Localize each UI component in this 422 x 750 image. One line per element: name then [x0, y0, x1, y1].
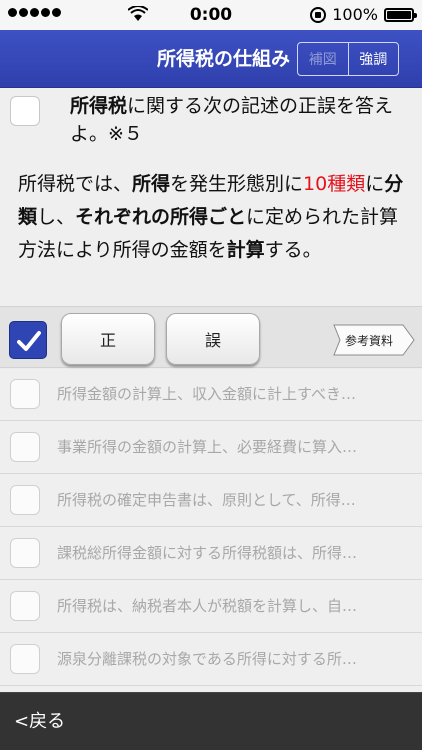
list-item-text: 所得税は、納税者本人が税額を計算し、自…: [57, 597, 358, 615]
answer-row: 正 誤 参考資料: [0, 306, 422, 368]
nav-bar: 所得税の仕組み 補図 強調: [0, 30, 422, 88]
list-item-text: 所得税の確定申告書は、原則として、所得…: [57, 491, 356, 509]
question-area: 所得税に関する次の記述の正誤を答えよ。※５ 所得税では、所得を発生形態別に10種…: [0, 88, 422, 306]
back-button[interactable]: <戻る: [14, 707, 65, 733]
page-title: 所得税の仕組み: [156, 48, 290, 70]
answered-checkbox[interactable]: [9, 321, 47, 359]
list-item-checkbox[interactable]: [10, 485, 40, 515]
rotation-lock-icon: [310, 6, 327, 23]
check-icon: [17, 331, 41, 351]
question-body: 所得税では、所得を発生形態別に10種類に分類し、それぞれの所得ごとに定められた計…: [18, 173, 404, 261]
reference-button[interactable]: 参考資料: [333, 324, 415, 356]
list-item-checkbox[interactable]: [10, 379, 40, 409]
list-item[interactable]: 事業所得の金額の計算上、必要経費に算入…: [0, 422, 422, 474]
emphasis-button[interactable]: 強調: [349, 43, 399, 75]
nav-segmented-control: 補図 強調: [297, 42, 399, 76]
list-item-text: 事業所得の金額の計算上、必要経費に算入…: [57, 438, 358, 456]
list-item-text: 課税総所得金額に対する所得税額は、所得…: [57, 544, 358, 562]
battery-icon: [384, 7, 417, 22]
list-item[interactable]: 源泉分離課税の対象である所得に対する所…: [0, 634, 422, 686]
list-item-checkbox[interactable]: [10, 644, 40, 674]
bottom-toolbar: <戻る: [0, 692, 422, 750]
list-item[interactable]: 課税総所得金額に対する所得税額は、所得…: [0, 528, 422, 580]
true-button[interactable]: 正: [61, 313, 155, 365]
list-item-checkbox[interactable]: [10, 538, 40, 568]
question-checkbox[interactable]: [10, 96, 40, 126]
list-item-text: 源泉分離課税の対象である所得に対する所…: [57, 650, 357, 668]
list-item-text: 所得金額の計算上、収入金額に計上すべき…: [57, 385, 356, 403]
back-label: <戻る: [14, 711, 66, 732]
list-item-checkbox[interactable]: [10, 591, 40, 621]
question-list: 所得金額の計算上、収入金額に計上すべき… 事業所得の金額の計算上、必要経費に算入…: [0, 369, 422, 692]
reference-label: 参考資料: [345, 334, 394, 348]
question-heading: 所得税に関する次の記述の正誤を答えよ。※５: [70, 95, 394, 145]
status-bar: 0:00 100%: [0, 0, 422, 30]
list-item-checkbox[interactable]: [10, 432, 40, 462]
list-item[interactable]: 所得税は、納税者本人が税額を計算し、自…: [0, 581, 422, 633]
list-item[interactable]: 所得金額の計算上、収入金額に計上すべき…: [0, 369, 422, 421]
false-button[interactable]: 誤: [166, 313, 260, 365]
list-item[interactable]: 所得税の確定申告書は、原則として、所得…: [0, 475, 422, 527]
battery-percent: 100%: [332, 5, 378, 24]
hint-button[interactable]: 補図: [298, 43, 349, 75]
